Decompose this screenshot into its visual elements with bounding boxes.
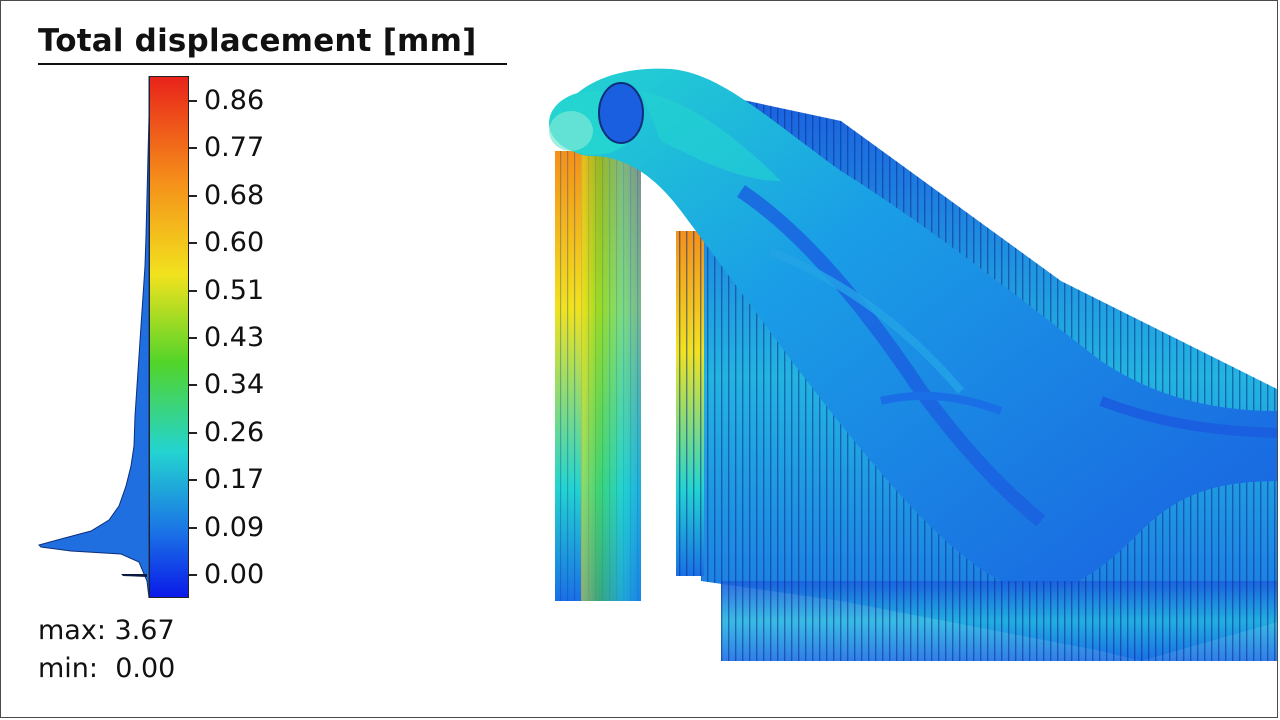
color-scale-bar xyxy=(149,76,189,598)
tick-label: 0.26 xyxy=(204,416,265,448)
max-label: max: xyxy=(38,615,106,646)
tick-mark xyxy=(189,289,197,292)
tick-label: 0.09 xyxy=(204,511,265,543)
histogram-min-spike xyxy=(121,574,147,577)
tick-mark xyxy=(189,526,197,529)
tick-mark xyxy=(189,431,197,434)
tick-label: 0.00 xyxy=(204,559,265,590)
mid-pillar-stripes xyxy=(676,231,704,576)
legend-title-underline xyxy=(38,63,507,65)
tick-mark xyxy=(189,242,197,245)
gap-1 xyxy=(641,161,673,601)
base-support-strip-stripes xyxy=(721,581,1277,661)
displacement-histogram xyxy=(38,76,150,598)
displacement-model-render[interactable] xyxy=(541,61,1278,681)
tick-label: 0.43 xyxy=(204,322,265,353)
histogram-area xyxy=(38,76,150,598)
tick-label: 0.34 xyxy=(204,369,265,401)
load-cylinder-face xyxy=(549,111,593,151)
tick-label: 0.86 xyxy=(204,85,265,116)
tick-label: 0.68 xyxy=(204,179,265,211)
tick-mark xyxy=(189,574,197,576)
tick-mark xyxy=(189,479,197,482)
max-value: 3.67 xyxy=(114,615,175,646)
tick-mark xyxy=(189,100,197,102)
legend-title: Total displacement [mm] xyxy=(38,23,477,59)
simulation-viewport[interactable]: Total displacement [mm] 0.86 0.77 0.68 0.60… xyxy=(0,0,1278,718)
min-stat: min: 0.00 xyxy=(38,651,175,687)
tick-mark xyxy=(189,384,197,387)
tick-label: 0.60 xyxy=(204,227,265,259)
tick-mark xyxy=(189,147,197,150)
tick-mark xyxy=(189,337,197,339)
min-label: min: xyxy=(38,653,99,684)
load-cylinder-end xyxy=(598,82,644,144)
tick-label: 0.51 xyxy=(204,274,265,306)
tick-mark xyxy=(189,194,197,197)
left-pillar-shade xyxy=(581,151,641,601)
tick-label: 0.77 xyxy=(204,132,265,164)
min-value: 0.00 xyxy=(115,653,176,684)
tick-label: 0.17 xyxy=(204,464,265,496)
max-stat: max: 3.67 xyxy=(38,613,175,649)
